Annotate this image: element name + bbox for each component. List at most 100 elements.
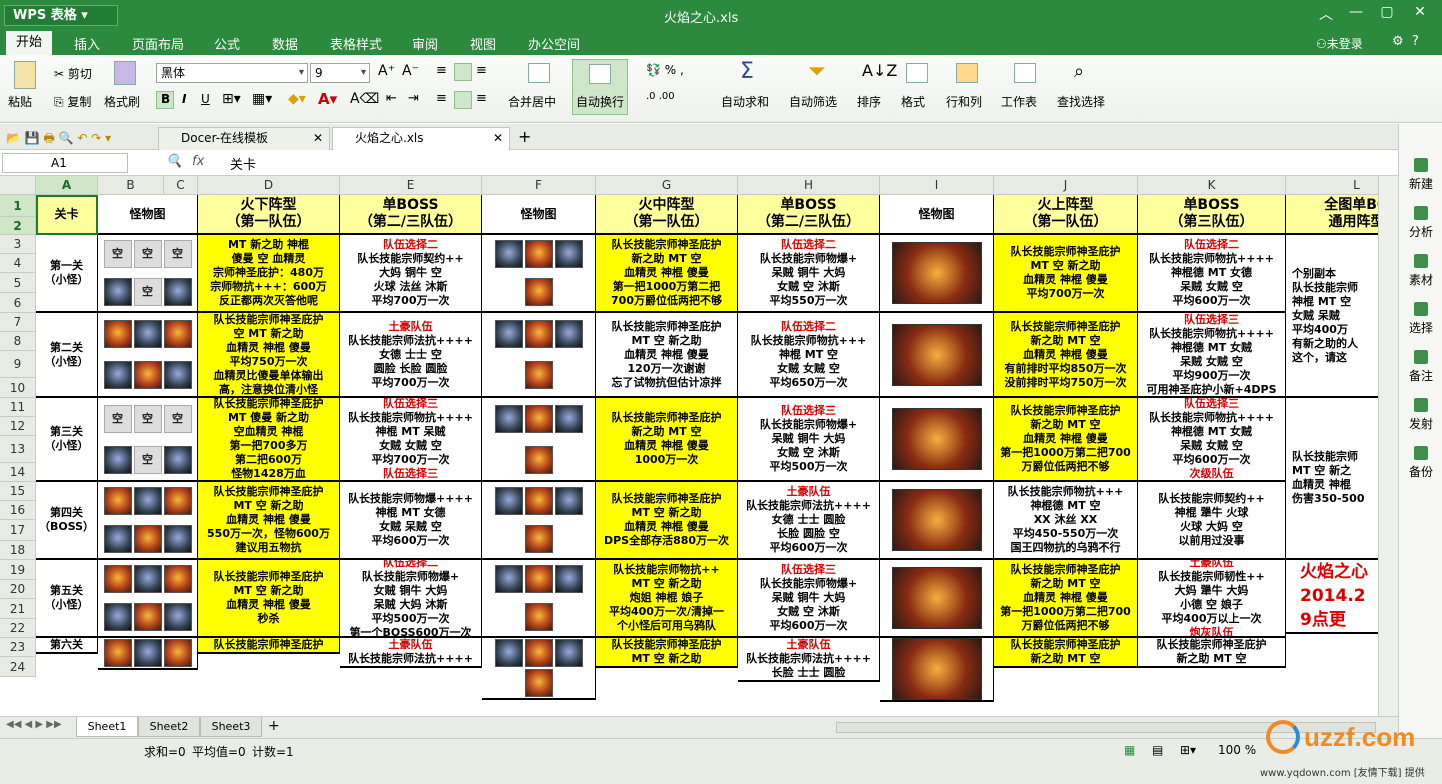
row-header[interactable]: 5	[0, 273, 36, 293]
formula-input[interactable]: 关卡	[230, 154, 256, 173]
underline-button[interactable]: U	[201, 92, 210, 106]
italic-button[interactable]: I	[182, 92, 186, 106]
vertical-scrollbar[interactable]	[1378, 176, 1398, 716]
cell-style-icon[interactable]: ▦▾	[252, 91, 272, 107]
sort-button[interactable]: 排序	[857, 93, 881, 110]
row-header[interactable]: 20	[0, 580, 36, 599]
zoom-formula-icon[interactable]: 🔍	[166, 154, 182, 169]
merge-center-button[interactable]: 合并居中	[508, 93, 556, 110]
column-header[interactable]: L	[1286, 176, 1378, 195]
sheet-tab-2[interactable]: Sheet2	[138, 717, 200, 737]
format-painter-button[interactable]: 格式刷	[104, 93, 140, 110]
fill-color-icon[interactable]: ◆▾	[288, 91, 306, 107]
header-single-boss-3[interactable]: 单BOSS （第三队伍）	[1138, 195, 1286, 235]
single-boss-team-1[interactable]: 队伍选择二 队长技能宗师契约++ 大妈 铜牛 空火球 法丝 沐斯 平均700万一次	[340, 235, 482, 313]
binoculars-icon[interactable]: ⌕	[1074, 61, 1084, 82]
collapse-ribbon-icon[interactable]: ︿	[1312, 4, 1340, 24]
menu-office-space[interactable]: 办公空间	[528, 34, 580, 53]
align-right-icon[interactable]: ≡	[476, 91, 487, 106]
single-boss-team-1[interactable]: 土豪队伍 队长技能宗师法抗++++	[340, 638, 482, 668]
monster-image-grid[interactable]: 空空空空	[98, 398, 198, 482]
column-header[interactable]: J	[994, 176, 1138, 195]
align-center-icon[interactable]	[454, 91, 472, 109]
row-header[interactable]: 12	[0, 417, 36, 436]
single-boss-team-2[interactable]: 队伍选择二 队长技能宗师物爆+ 呆贼 铜牛 大妈 女贼 空 沐斯 平均550万一次	[738, 235, 880, 313]
row-header[interactable]: 2	[0, 217, 36, 235]
format-painter-icon[interactable]	[114, 61, 136, 85]
column-header[interactable]: H	[738, 176, 880, 195]
cut-button[interactable]: ✂ 剪切	[54, 65, 92, 82]
stage-name[interactable]: 第四关 （BOSS）	[36, 482, 98, 560]
header-single-boss-1[interactable]: 单BOSS （第二/三队伍）	[340, 195, 482, 235]
tab-docer-templates[interactable]: Docer-在线模板 ✕	[158, 127, 330, 150]
merge-center-icon[interactable]	[528, 63, 550, 83]
menu-review[interactable]: 审阅	[412, 34, 438, 53]
worksheet-button[interactable]: 工作表	[1001, 93, 1037, 110]
select-all-corner[interactable]	[0, 176, 36, 195]
monster-image-grid[interactable]	[482, 313, 596, 398]
monster-image-grid[interactable]	[482, 482, 596, 560]
formation-fire-upper[interactable]: 队长技能宗师神圣庇护 新之助 MT 空血精灵 神棍 傻曼 有前排时平均850万一次没…	[994, 313, 1138, 398]
boss-image[interactable]	[880, 313, 994, 398]
header-monster-image[interactable]: 怪物图	[482, 195, 596, 235]
indent-increase-icon[interactable]: ⇥	[408, 91, 419, 106]
side-backup[interactable]: 备份	[1399, 446, 1442, 480]
font-grow-icon[interactable]: A⁺	[378, 63, 395, 79]
monster-image-grid[interactable]	[98, 313, 198, 398]
row-header[interactable]: 17	[0, 520, 36, 541]
row-header[interactable]: 11	[0, 398, 36, 417]
formation-fire-middle[interactable]: 队长技能宗师神圣庇护 MT 空 新之助 血精灵 神棍 傻曼 DPS全部存活880万一次	[596, 482, 738, 560]
row-header[interactable]: 9	[0, 351, 36, 378]
stage-name[interactable]: 第一关 （小怪）	[36, 235, 98, 313]
monster-image-grid[interactable]	[482, 638, 596, 700]
row-header[interactable]: 13	[0, 436, 36, 463]
row-header[interactable]: 24	[0, 657, 36, 677]
side-send[interactable]: 发射	[1399, 398, 1442, 432]
monster-image-grid[interactable]	[98, 638, 198, 670]
monster-image-grid[interactable]	[98, 482, 198, 560]
header-single-boss-2[interactable]: 单BOSS （第二/三队伍）	[738, 195, 880, 235]
stage-name[interactable]: 第五关 （小怪）	[36, 560, 98, 638]
font-name-select[interactable]: 黑体	[156, 63, 308, 83]
menu-insert[interactable]: 插入	[74, 34, 100, 53]
menu-page-layout[interactable]: 页面布局	[132, 34, 184, 53]
all-map-title[interactable]: 火焰之心 2014.2 9点更	[1286, 560, 1378, 634]
single-boss-team-1[interactable]: 队长技能宗师物爆++++ 神棍 MT 女德 女贼 呆贼 空平均600万一次	[340, 482, 482, 560]
row-header[interactable]: 4	[0, 254, 36, 273]
row-header[interactable]: 14	[0, 463, 36, 482]
formation-fire-lower[interactable]: 队长技能宗师神圣庇护 MT 空 新之助 血精灵 神棍 傻曼 秒杀	[198, 560, 340, 638]
clear-format-icon[interactable]: A⌫	[350, 91, 379, 107]
header-fire-lower[interactable]: 火下阵型 （第一队伍）	[198, 195, 340, 235]
stage-name[interactable]: 第六关	[36, 638, 98, 654]
single-boss-team-2[interactable]: 土豪队伍 队长技能宗师法抗++++ 女德 士士 圆脸 长脸 圆脸 空平均600万一次	[738, 482, 880, 560]
formation-fire-lower[interactable]: MT 新之助 神棍 傻曼 空 血精灵 宗师神圣庇护：480万 宗师物抗+++：600万…	[198, 235, 340, 313]
side-note[interactable]: 备注	[1399, 350, 1442, 384]
help-icon[interactable]: ?	[1412, 34, 1419, 49]
row-header[interactable]: 1	[0, 195, 36, 217]
column-header[interactable]: B	[98, 176, 164, 195]
close-tab-icon[interactable]: ✕	[493, 128, 503, 149]
row-header[interactable]: 6	[0, 293, 36, 313]
column-header[interactable]: D	[198, 176, 340, 195]
row-header[interactable]: 7	[0, 313, 36, 332]
normal-view-icon[interactable]: ▦	[1124, 743, 1135, 757]
row-header[interactable]: 21	[0, 599, 36, 619]
filter-icon[interactable]: ⏷	[808, 59, 826, 84]
borders-icon[interactable]: ⊞▾	[222, 91, 241, 107]
monster-image-grid[interactable]	[98, 560, 198, 638]
single-boss-team-3[interactable]: 队伍选择三 队长技能宗师物抗++++ 神棍德 MT 女贼 呆贼 女贼 空平均900万一…	[1138, 313, 1286, 398]
formation-fire-upper[interactable]: 队长技能宗师物抗+++ 神棍德 MT 空 XX 沐丝 XX 平均450-550万一次国…	[994, 482, 1138, 560]
row-header[interactable]: 10	[0, 378, 36, 398]
boss-image[interactable]	[880, 560, 994, 638]
menu-formula[interactable]: 公式	[214, 34, 240, 53]
autofilter-button[interactable]: 自动筛选	[789, 93, 837, 110]
align-top-icon[interactable]: ≡	[436, 63, 447, 78]
sigma-icon[interactable]: Σ	[740, 59, 754, 84]
format-button[interactable]: 格式	[901, 93, 925, 110]
monster-image-grid[interactable]	[482, 560, 596, 638]
header-fire-middle[interactable]: 火中阵型 （第一队伍）	[596, 195, 738, 235]
single-boss-team-1[interactable]: 土豪队伍 队长技能宗师法抗++++ 女德 士士 空圆脸 长脸 圆脸 平均700万一次	[340, 313, 482, 398]
formation-fire-lower[interactable]: 队长技能宗师神圣庇护	[198, 638, 340, 654]
find-select-button[interactable]: 查找选择	[1057, 93, 1105, 110]
formation-fire-middle[interactable]: 队长技能宗师神圣庇护 新之助 MT 空血精灵 神棍 傻曼 1000万一次	[596, 398, 738, 482]
